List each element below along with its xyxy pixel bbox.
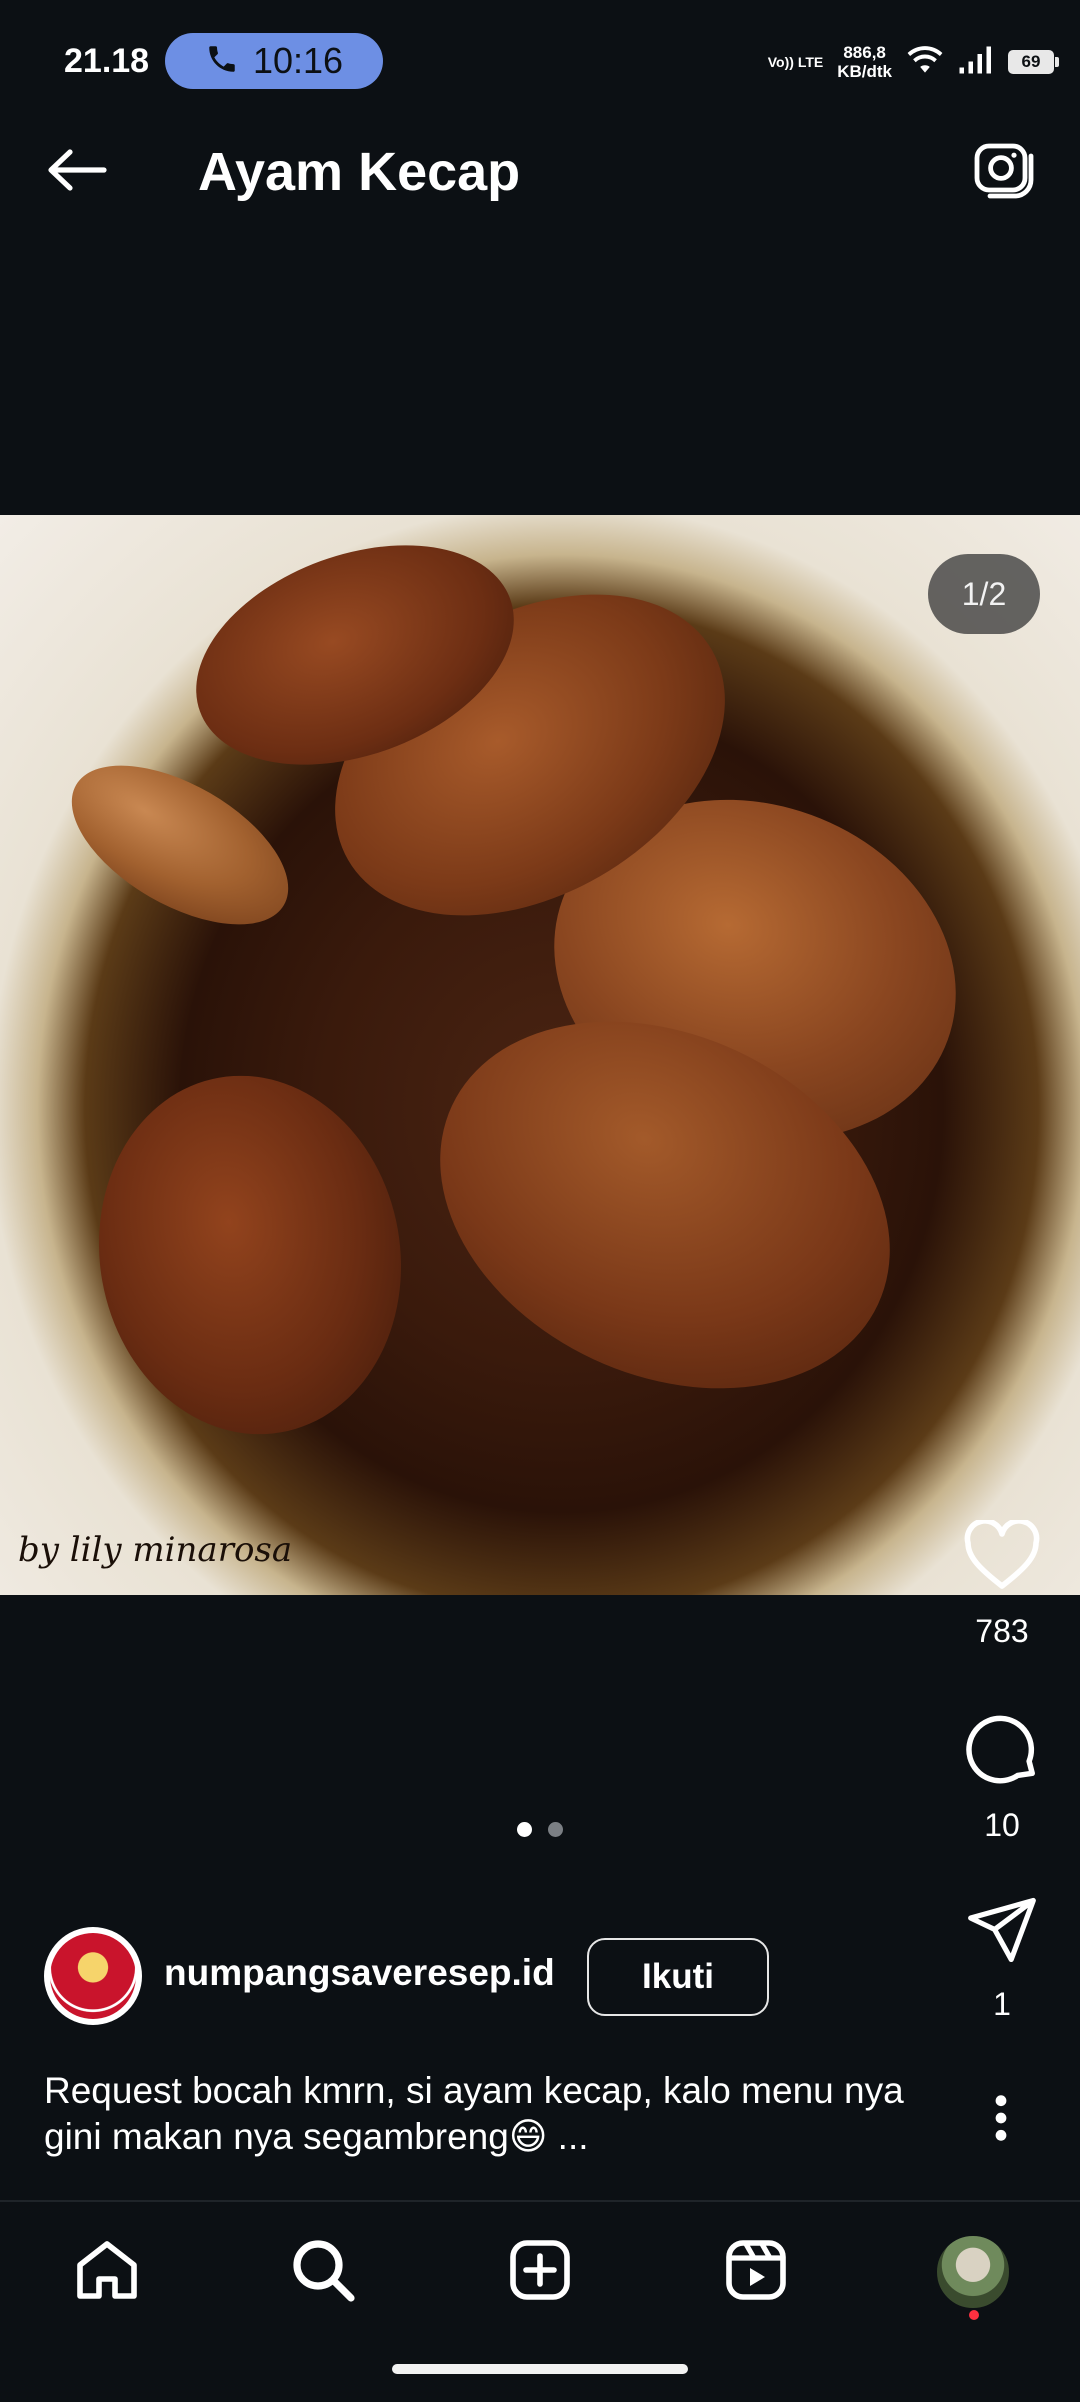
nav-search[interactable] bbox=[278, 2232, 368, 2312]
volte-indicator: Vo)) LTE bbox=[767, 53, 824, 70]
nav-create[interactable] bbox=[495, 2232, 585, 2312]
carousel-dot bbox=[548, 1822, 563, 1837]
author-avatar-image bbox=[50, 1933, 136, 2019]
send-icon[interactable] bbox=[964, 1895, 1040, 1970]
call-duration: 10:16 bbox=[252, 40, 344, 81]
search-icon bbox=[290, 2237, 356, 2308]
reels-icon bbox=[724, 2238, 788, 2307]
notification-dot bbox=[969, 2310, 979, 2320]
comment-icon[interactable] bbox=[963, 1708, 1041, 1791]
comment-count: 10 bbox=[984, 1807, 1020, 1843]
camera-button[interactable] bbox=[968, 138, 1040, 206]
media-counter: 1/2 bbox=[928, 554, 1040, 634]
like-action[interactable]: 783 bbox=[942, 1518, 1062, 1650]
back-button[interactable] bbox=[30, 140, 122, 204]
arrow-left-icon bbox=[44, 146, 108, 199]
comment-action[interactable]: 10 bbox=[942, 1708, 1062, 1844]
author-username[interactable]: numpangsaveresep.id bbox=[164, 1952, 555, 1994]
network-speed: 886,8 KB/dtk bbox=[837, 43, 892, 81]
camera-icon bbox=[972, 140, 1036, 205]
nav-home[interactable] bbox=[62, 2232, 152, 2312]
nav-reels[interactable] bbox=[711, 2232, 801, 2312]
page-title: Ayam Kecap bbox=[198, 142, 521, 202]
image-watermark: by lily minarosa bbox=[18, 1530, 293, 1570]
status-indicators: Vo)) LTE 886,8 KB/dtk 69 bbox=[767, 34, 1059, 90]
signal-icon bbox=[958, 45, 994, 80]
more-vertical-icon bbox=[993, 2093, 1009, 2148]
follow-button[interactable]: Ikuti bbox=[587, 1938, 769, 2016]
battery-icon: 69 bbox=[1008, 50, 1059, 74]
food-piece bbox=[46, 733, 314, 957]
heart-icon[interactable] bbox=[962, 1518, 1042, 1597]
profile-avatar bbox=[935, 2234, 1011, 2310]
create-icon bbox=[508, 2238, 572, 2307]
status-time: 21.18 bbox=[64, 42, 150, 80]
carousel-dots bbox=[0, 1822, 1080, 1837]
home-icon bbox=[74, 2238, 140, 2307]
wifi-icon bbox=[906, 44, 944, 81]
carousel-dot-active bbox=[517, 1822, 532, 1837]
phone-icon bbox=[205, 42, 239, 81]
post-image[interactable] bbox=[0, 515, 1080, 1595]
author-avatar[interactable] bbox=[44, 1927, 142, 2025]
nav-profile[interactable] bbox=[928, 2232, 1018, 2312]
like-count: 783 bbox=[975, 1613, 1029, 1649]
post-caption[interactable]: Request bocah kmrn, si ayam kecap, kalo … bbox=[44, 2068, 964, 2160]
ongoing-call-pill[interactable]: 10:16 bbox=[165, 33, 383, 89]
share-action[interactable]: 1 bbox=[942, 1895, 1062, 2023]
food-piece bbox=[71, 1051, 429, 1459]
share-count: 1 bbox=[993, 1986, 1011, 2022]
home-indicator[interactable] bbox=[392, 2364, 688, 2374]
more-options-button[interactable] bbox=[966, 2090, 1036, 2150]
